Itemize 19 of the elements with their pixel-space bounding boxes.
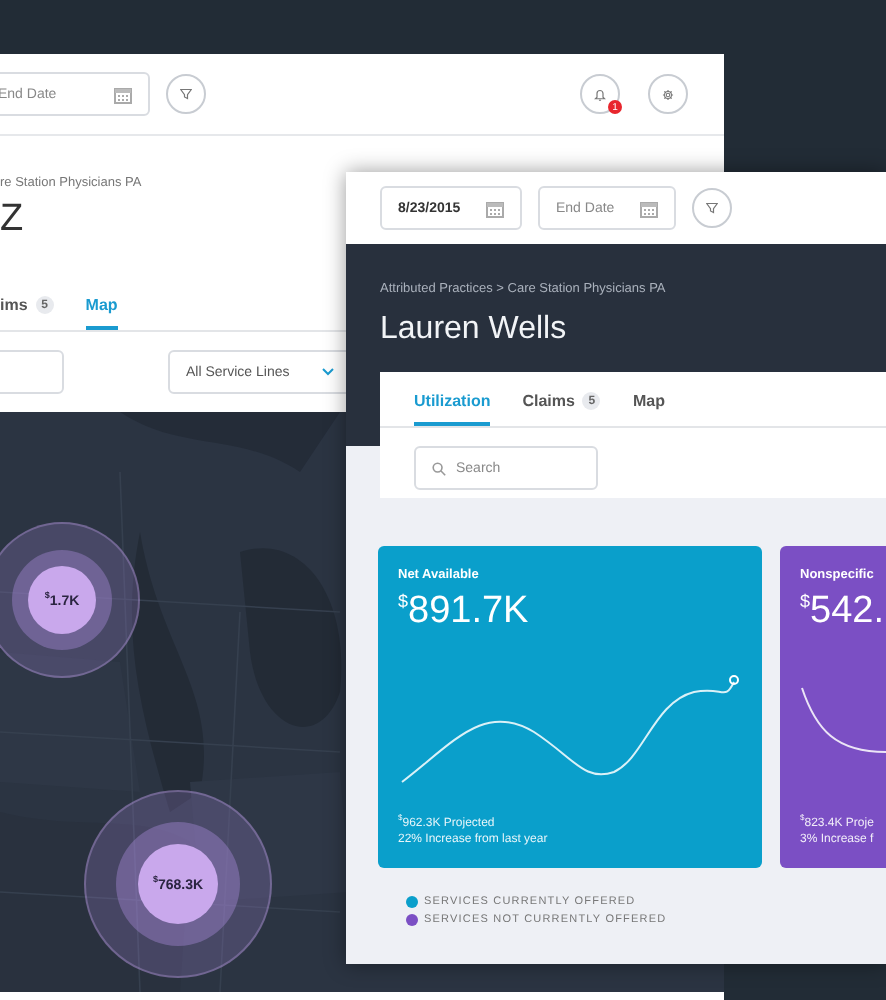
filter-icon <box>706 200 718 216</box>
calendar-icon <box>486 199 504 217</box>
search-field[interactable] <box>0 350 64 394</box>
trend-line <box>800 686 886 754</box>
settings-icon <box>662 85 674 103</box>
tab[interactable]: Map <box>632 380 665 426</box>
card-amount: $^{$}$891.7K <box>398 590 531 634</box>
caret-icon <box>322 368 334 376</box>
search-icon <box>432 461 446 475</box>
calendar-icon <box>640 199 658 217</box>
filter-button[interactable] <box>692 188 732 228</box>
filter-icon <box>180 86 192 102</box>
card-amount: $^{$}$542. <box>800 590 886 634</box>
settings-button[interactable] <box>648 74 688 114</box>
calendar-icon <box>114 85 132 103</box>
bell-icon <box>594 85 606 103</box>
page-title: Lauren Wells <box>380 312 569 348</box>
filter-button[interactable] <box>166 74 206 114</box>
page-title: Z <box>0 198 24 240</box>
